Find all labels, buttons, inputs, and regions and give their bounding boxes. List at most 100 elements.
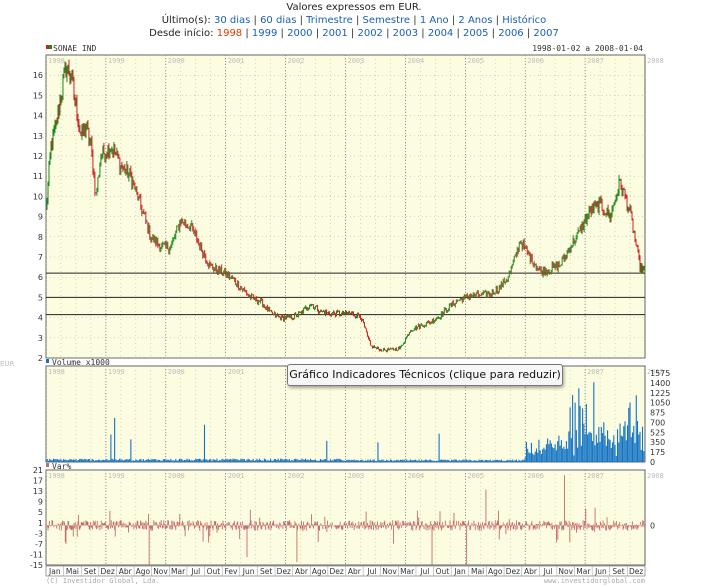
month-label: Jul <box>190 567 200 576</box>
month-label: Abr <box>295 567 309 576</box>
price-tick-label: 2 <box>38 354 43 363</box>
month-label: Out <box>207 567 221 576</box>
price-tick-label: 11 <box>33 172 43 181</box>
year-label: 2004 <box>407 472 424 480</box>
month-label: Mai <box>66 567 79 576</box>
year-label: 2006 <box>527 472 544 480</box>
year-label: 2007 <box>587 57 604 65</box>
price-tick-label: 12 <box>33 152 43 161</box>
legend-swatch <box>46 45 49 49</box>
var-tick-label: -3 <box>35 529 43 538</box>
month-label: Out <box>436 567 450 576</box>
legend-swatch <box>46 463 49 467</box>
volume-tick-label: 700 <box>650 418 665 427</box>
month-label: Set <box>84 567 96 576</box>
month-label: Set <box>612 567 624 576</box>
year-label: 2001 <box>228 472 245 480</box>
year-label: 1999 <box>108 57 125 65</box>
year-label: 2002 <box>288 57 305 65</box>
year-label: 2005 <box>467 57 484 65</box>
month-label: Dez <box>506 567 520 576</box>
price-tick-label: 8 <box>38 233 43 242</box>
month-label: Fev <box>225 567 239 576</box>
price-tick-label: 14 <box>33 112 43 121</box>
volume-legend: Volume x1000 <box>52 358 110 367</box>
month-label: Jul <box>543 567 553 576</box>
var-tick-label: 1 <box>38 519 43 528</box>
year-label: 2006 <box>527 57 544 65</box>
month-label: Ago <box>136 567 151 576</box>
footer-site: www.investidorglobal.com <box>544 577 645 585</box>
month-label: Abr <box>524 567 538 576</box>
price-tick-label: 4 <box>38 314 43 323</box>
price-tick-label: 7 <box>38 253 43 262</box>
year-label: 1998 <box>48 472 65 480</box>
month-label: Jul <box>419 567 429 576</box>
month-label: Jul <box>366 567 376 576</box>
month-label: Set <box>260 567 272 576</box>
year-label: 2004 <box>407 57 424 65</box>
month-label: Jan <box>48 567 61 576</box>
var-legend: Var% <box>52 462 71 471</box>
var-tick-label: -7 <box>35 540 43 549</box>
var-tick-label: 9 <box>38 498 43 507</box>
month-label: Jun <box>242 567 255 576</box>
price-tick-label: 9 <box>38 213 43 222</box>
month-label: Nov <box>153 567 168 576</box>
year-label: 1999 <box>108 368 125 376</box>
month-label: Dez <box>629 567 643 576</box>
month-label: Dez <box>277 567 291 576</box>
year-label: 2000 <box>168 472 185 480</box>
year-label: 2001 <box>228 368 245 376</box>
month-label: Mar <box>400 567 415 576</box>
price-tick-label: 3 <box>38 334 43 343</box>
month-label: Abr <box>348 567 362 576</box>
volume-tick-label: 1225 <box>650 389 670 398</box>
volume-tick-label: 350 <box>650 438 665 447</box>
month-label: Abr <box>119 567 133 576</box>
volume-tick-label: 875 <box>650 409 665 418</box>
var-tick-label: 21 <box>33 466 43 475</box>
year-label: 2007 <box>587 368 604 376</box>
month-label: Jan <box>453 567 466 576</box>
price-tick-label: 16 <box>33 71 43 80</box>
var-tick-label: 5 <box>38 508 43 517</box>
year-label: 1998 <box>48 57 65 65</box>
month-label: Mar <box>171 567 186 576</box>
var-tick-label: 13 <box>33 487 43 496</box>
month-label: Mai <box>471 567 484 576</box>
month-label: Dez <box>330 567 344 576</box>
date-range: 1998-01-02 a 2008-01-04 <box>532 44 643 53</box>
year-label: 2008 <box>647 472 664 480</box>
currency-label: EUR <box>0 360 15 368</box>
year-label: 2002 <box>288 472 305 480</box>
volume-tick-label: 1400 <box>650 379 670 388</box>
var-zero-label: 0 <box>650 521 655 530</box>
year-label: 2003 <box>348 472 365 480</box>
year-label: 2008 <box>647 57 664 65</box>
year-label: 2005 <box>467 472 484 480</box>
legend-swatch <box>46 359 49 363</box>
technical-chart: 1998 1999 2000 2001 2002 2003 2004 2005 2006 2007… <box>0 44 670 585</box>
year-label: 1998 <box>48 368 65 376</box>
var-tick-label: -15 <box>30 561 43 570</box>
price-legend: SONAE IND <box>53 44 97 53</box>
year-label: 2003 <box>348 57 365 65</box>
month-label: Ago <box>488 567 503 576</box>
month-label: Dez <box>100 567 114 576</box>
price-tick-label: 13 <box>33 132 43 141</box>
footer-copyright: (C) Investidor Global, Lda. <box>46 577 160 585</box>
volume-tick-label: 0 <box>650 458 655 467</box>
price-tick-label: 5 <box>38 293 43 302</box>
year-label: 2000 <box>168 368 185 376</box>
var-tick-label: 17 <box>33 477 43 486</box>
technical-indicators-toggle[interactable]: Gráfico Indicadores Técnicos (clique par… <box>287 364 563 386</box>
month-label: Mar <box>576 567 591 576</box>
price-tick-label: 10 <box>33 192 43 201</box>
legend-swatch <box>49 45 52 49</box>
price-tick-label: 6 <box>38 273 43 282</box>
var-tick-label: -11 <box>30 550 43 559</box>
volume-tick-label: 525 <box>650 428 665 437</box>
year-label: 2007 <box>587 472 604 480</box>
year-label: 2001 <box>228 57 245 65</box>
